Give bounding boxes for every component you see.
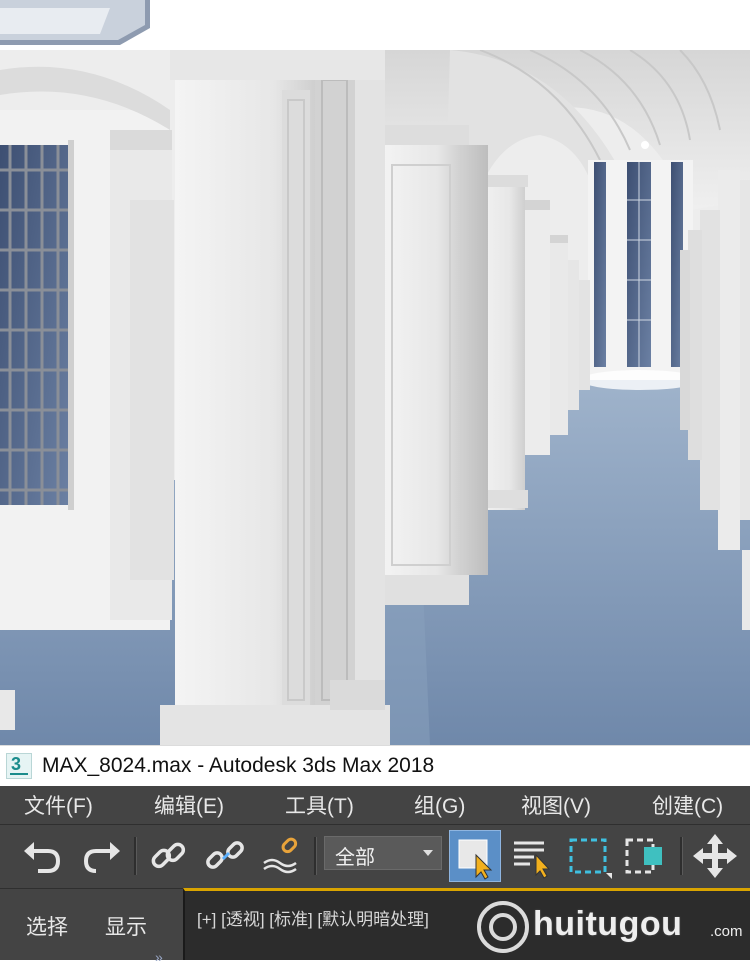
toolbar-separator — [680, 837, 683, 875]
menu-file[interactable]: 文件(F) — [24, 790, 93, 820]
link-icon — [151, 842, 186, 869]
viewport-label[interactable]: [+] [透视] [标准] [默认明暗处理] — [197, 905, 429, 930]
toolbar-separator — [314, 837, 317, 875]
window-crossing-icon — [625, 838, 662, 874]
watermark-text: huitugou — [533, 905, 683, 943]
previous-render-strip — [0, 0, 750, 50]
watermark: huitugou .com — [475, 897, 745, 957]
window-title: MAX_8024.max - Autodesk 3ds Max 2018 — [42, 754, 435, 777]
menu-bar: 文件(F) 编辑(E) 工具(T) 组(G) 视图(V) 创建(C) — [0, 786, 750, 824]
select-by-name-icon — [514, 841, 551, 879]
bind-to-space-warp-button[interactable] — [260, 833, 306, 879]
link-button[interactable] — [146, 833, 192, 879]
menu-create[interactable]: 创建(C) — [652, 790, 723, 820]
tab-select[interactable]: 选择 — [26, 911, 68, 941]
menu-edit[interactable]: 编辑(E) — [154, 790, 224, 820]
watermark-suffix: .com — [710, 923, 743, 940]
window-crossing-button[interactable] — [622, 833, 668, 879]
undo-button[interactable] — [20, 833, 66, 879]
scene-explorer-panel: 选择 显示 » — [0, 888, 183, 965]
tab-display[interactable]: 显示 — [105, 911, 147, 941]
dropdown-arrow-icon — [423, 850, 433, 856]
menu-group[interactable]: 组(G) — [414, 790, 465, 820]
select-and-move-button[interactable] — [692, 833, 738, 879]
selection-filter-dropdown[interactable]: 全部 — [324, 836, 442, 870]
rect-selection-icon — [569, 838, 612, 879]
double-chevron-icon[interactable]: » — [155, 949, 163, 965]
move-icon — [693, 834, 737, 878]
perspective-viewport[interactable]: [+] [透视] [标准] [默认明暗处理] huitugou .com — [183, 888, 750, 960]
title-bar: 3 MAX_8024.max - Autodesk 3ds Max 2018 — [0, 745, 750, 786]
render-image — [0, 50, 750, 745]
menu-views[interactable]: 视图(V) — [521, 790, 591, 820]
watermark-logo-icon — [477, 901, 529, 953]
select-object-icon — [458, 839, 493, 880]
unlink-icon — [206, 841, 244, 869]
redo-button[interactable] — [78, 833, 124, 879]
selection-filter-value: 全部 — [335, 847, 375, 869]
toolbar-separator — [134, 837, 137, 875]
space-warp-icon — [263, 837, 298, 874]
3ds-max-app-icon[interactable]: 3 — [6, 753, 32, 779]
undo-icon — [24, 842, 61, 873]
select-by-name-button[interactable] — [510, 833, 556, 879]
redo-icon — [83, 842, 120, 873]
unlink-button[interactable] — [203, 833, 249, 879]
menu-tools[interactable]: 工具(T) — [285, 790, 354, 820]
select-object-button[interactable] — [449, 830, 501, 882]
main-toolbar: 全部 — [0, 824, 750, 888]
rectangular-selection-button[interactable] — [566, 833, 612, 879]
